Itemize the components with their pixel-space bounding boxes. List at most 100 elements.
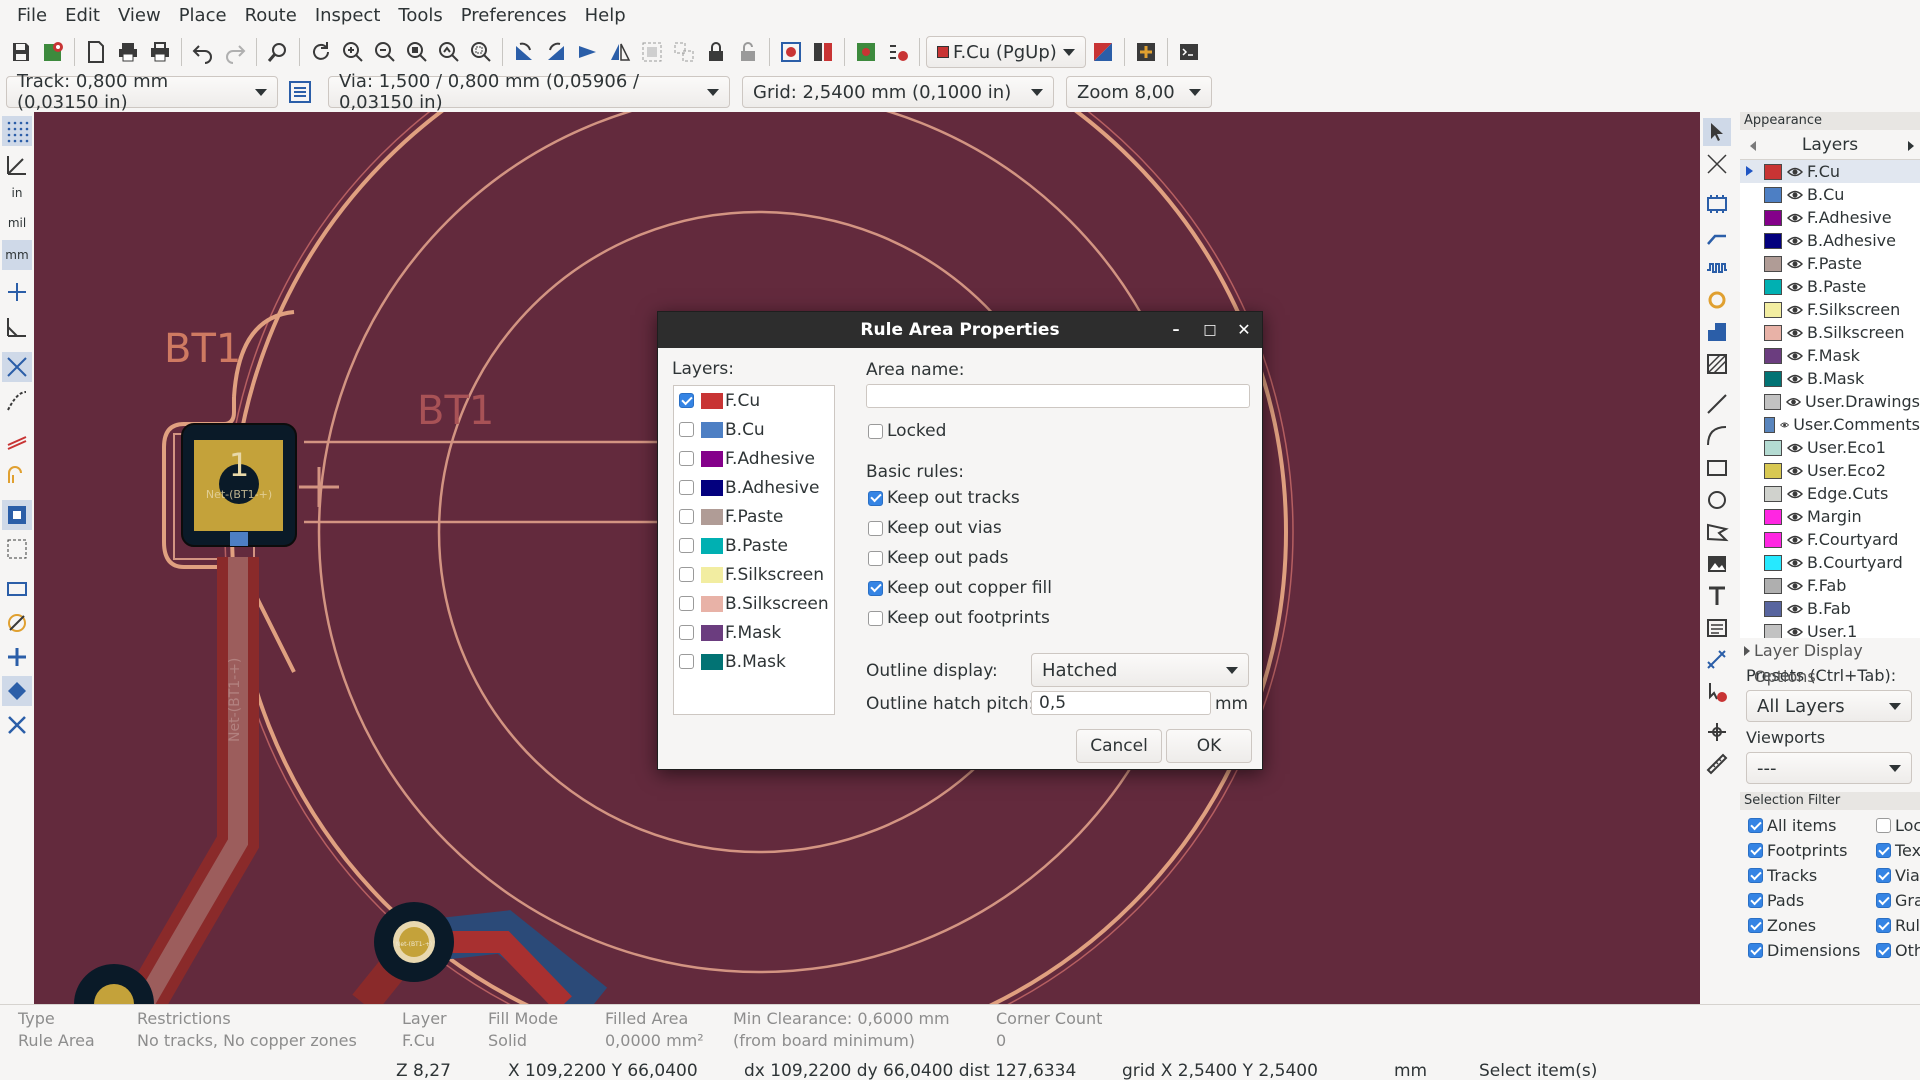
cursor-style-icon[interactable] [2,277,32,307]
layer-row[interactable]: F.Courtyard [1740,528,1920,551]
rule-checkbox-row[interactable]: Keep out vias [868,518,1002,538]
eye-icon[interactable] [1787,187,1803,203]
set-origin-icon[interactable] [1703,718,1731,746]
eye-icon[interactable] [1787,555,1803,571]
filter-checkbox[interactable] [1876,818,1891,833]
units-mil-button[interactable]: mil [2,208,32,238]
layer-color-swatch[interactable] [1764,623,1782,638]
filter-item[interactable]: Rule Areas [1876,916,1920,935]
layer-color-swatch[interactable] [1764,439,1782,456]
draw-circle-icon[interactable] [1703,486,1731,514]
zoom-objects-icon[interactable] [434,37,464,67]
filter-checkbox[interactable] [1748,843,1763,858]
dialog-layer-item[interactable]: F.Cu [674,386,834,415]
measure-angle-icon[interactable] [2,312,32,342]
dialog-layer-item[interactable]: F.Mask [674,618,834,647]
rule-checkbox[interactable] [868,550,883,566]
dialog-layer-item[interactable]: F.Adhesive [674,444,834,473]
filter-item[interactable]: Vias [1876,866,1920,885]
layer-row[interactable]: Edge.Cuts [1740,482,1920,505]
draw-rectangle-icon[interactable] [1703,454,1731,482]
plot-icon[interactable] [145,37,175,67]
measure-tool-icon[interactable] [1703,750,1731,778]
eye-icon[interactable] [1787,256,1803,272]
rule-checkbox[interactable] [868,490,883,506]
menu-place[interactable]: Place [170,0,236,32]
filter-item[interactable]: Locked items [1876,816,1920,835]
filter-checkbox[interactable] [1876,893,1891,908]
add-text-icon[interactable] [1703,582,1731,610]
layer-color-swatch[interactable] [1764,577,1782,594]
eye-icon[interactable] [1787,302,1803,318]
filter-checkbox[interactable] [1748,868,1763,883]
layer-color-swatch[interactable] [1764,554,1782,571]
outline-display-combo[interactable]: Hatched [1031,653,1249,687]
dialog-layer-item[interactable]: B.Silkscreen [674,589,834,618]
layer-row[interactable]: F.Silkscreen [1740,298,1920,321]
filter-item[interactable]: Pads [1748,891,1804,910]
layer-row[interactable]: Margin [1740,505,1920,528]
eye-icon[interactable] [1787,279,1803,295]
layer-row[interactable]: B.Fab [1740,597,1920,620]
layer-row[interactable]: B.Courtyard [1740,551,1920,574]
layer-color-swatch[interactable] [1764,531,1782,548]
save-icon[interactable] [6,37,36,67]
eye-icon[interactable] [1787,601,1803,617]
layer-row[interactable]: F.Adhesive [1740,206,1920,229]
filter-item[interactable]: Text [1876,841,1920,860]
presets-combo[interactable]: All Layers [1746,690,1912,722]
find-icon[interactable] [263,37,293,67]
filter-item[interactable]: Footprints [1748,841,1847,860]
filter-checkbox[interactable] [1748,818,1763,833]
eye-icon[interactable] [1787,486,1803,502]
select-arrow-icon[interactable] [1703,118,1731,146]
filter-checkbox[interactable] [1876,943,1891,958]
interactive-router-icon[interactable] [1131,37,1161,67]
layer-checkbox[interactable] [679,480,694,495]
layer-checkbox[interactable] [679,509,694,524]
show-tracks-icon[interactable] [2,460,32,490]
layer-row[interactable]: User.Drawings [1740,390,1920,413]
eye-icon[interactable] [1787,440,1803,456]
add-textbox-icon[interactable] [1703,614,1731,642]
area-name-input[interactable] [866,384,1250,408]
eye-icon[interactable] [1787,233,1803,249]
locked-checkbox[interactable] [868,423,883,439]
locked-checkbox-row[interactable]: Locked [868,421,946,441]
filter-checkbox[interactable] [1748,893,1763,908]
layer-row[interactable]: F.Mask [1740,344,1920,367]
add-rule-area-icon[interactable] [1703,350,1731,378]
tools-icon[interactable] [2,710,32,740]
print-icon[interactable] [113,37,143,67]
grid-combo[interactable]: Grid: 2,5400 mm (0,1000 in) [742,76,1054,108]
draw-arc-icon[interactable] [1703,422,1731,450]
layer-row[interactable]: User.Comments [1740,413,1920,436]
filter-checkbox[interactable] [1876,843,1891,858]
draw-line-icon[interactable] [1703,390,1731,418]
via-size-combo[interactable]: Via: 1,500 / 0,800 mm (0,05906 / 0,03150… [328,71,730,113]
add-footprint-icon[interactable] [1703,190,1731,218]
polar-coords-icon[interactable] [2,150,32,180]
layer-color-swatch[interactable] [1764,301,1782,318]
menu-inspect[interactable]: Inspect [306,0,390,32]
filter-checkbox[interactable] [1748,918,1763,933]
eye-icon[interactable] [1786,394,1802,410]
layer-color-swatch[interactable] [1764,186,1782,203]
layer-row[interactable]: B.Paste [1740,275,1920,298]
tab-scroll-left-icon[interactable] [1750,141,1756,151]
ok-button[interactable]: OK [1166,729,1252,763]
close-icon[interactable]: ✕ [1234,320,1254,340]
eye-icon[interactable] [1787,624,1803,639]
add-zone-icon[interactable] [1703,318,1731,346]
filter-item[interactable]: Dimensions [1748,941,1860,960]
zoom-selection-icon[interactable] [466,37,496,67]
layer-checkbox[interactable] [679,567,694,582]
layer-checkbox[interactable] [679,422,694,437]
eye-icon[interactable] [1787,210,1803,226]
eye-icon[interactable] [1787,164,1803,180]
refresh-icon[interactable] [306,37,336,67]
rule-checkbox[interactable] [868,610,883,626]
menu-route[interactable]: Route [236,0,306,32]
layer-color-swatch[interactable] [1764,416,1776,433]
layer-color-swatch[interactable] [1764,324,1782,341]
